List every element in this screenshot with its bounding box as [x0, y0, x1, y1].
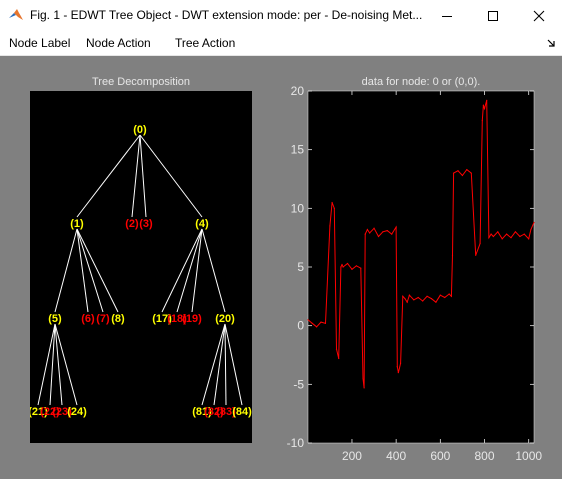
signal-data-point	[451, 254, 454, 256]
signal-data-point	[324, 322, 327, 324]
signal-data-point	[373, 227, 375, 229]
maximize-button[interactable]	[470, 0, 516, 31]
signal-data-point	[479, 242, 481, 245]
signal-data-point	[514, 231, 517, 233]
signal-data-point	[311, 322, 313, 324]
signal-data-point	[482, 104, 485, 106]
signal-data-point	[506, 233, 508, 235]
signal-data-point	[486, 99, 488, 101]
signal-data-point	[341, 264, 343, 266]
signal-data-point	[488, 237, 490, 239]
matlab-icon	[9, 9, 23, 20]
signal-data-point	[470, 172, 472, 174]
menu-tree-action[interactable]: Tree Action	[175, 36, 235, 50]
y-tick-label: 0	[297, 319, 304, 333]
signal-data-point	[366, 228, 369, 231]
x-tick-label: 1000	[515, 449, 542, 463]
signal-axes-background	[307, 90, 535, 444]
signal-data-point	[342, 266, 344, 268]
signal-data-point	[452, 172, 455, 174]
x-tick-label: 800	[474, 449, 494, 463]
signal-data-point	[320, 321, 322, 323]
signal-data-point	[444, 296, 446, 299]
menu-node-action[interactable]: Node Action	[86, 36, 151, 50]
signal-data-point	[362, 377, 364, 380]
signal-axes[interactable]: -10 -5 0 5 10 15 20 200 400 600 800 1000	[0, 56, 562, 479]
signal-data-point	[481, 119, 483, 121]
signal-data-point	[377, 235, 380, 238]
dock-arrow-icon[interactable]	[546, 38, 556, 48]
close-button[interactable]	[516, 0, 562, 31]
signal-data-point	[363, 387, 365, 389]
signal-data-point	[355, 265, 357, 267]
y-tick-label: 20	[291, 84, 305, 98]
signal-data-point	[530, 228, 532, 231]
signal-data-point	[333, 207, 335, 209]
signal-data-point	[396, 366, 398, 368]
y-tick-label: 5	[297, 260, 304, 274]
title-bar: Fig. 1 - EDWT Tree Object - DWT extensio…	[0, 0, 562, 31]
maximize-icon	[488, 10, 498, 21]
signal-data-point	[338, 357, 340, 360]
signal-data-point	[386, 230, 388, 232]
signal-data-point	[497, 231, 499, 233]
signal-data-point	[483, 108, 486, 110]
signal-data-point	[435, 301, 437, 303]
signal-data-point	[528, 238, 530, 240]
signal-data-point	[408, 294, 411, 296]
figure-canvas: Tree Decomposition data for node: 0 or (…	[0, 56, 562, 479]
signal-data-point	[448, 293, 450, 295]
signal-data-point	[426, 295, 428, 297]
signal-data-point	[360, 267, 362, 269]
signal-data-point	[450, 295, 452, 297]
signal-data-point	[329, 225, 331, 227]
signal-data-point	[364, 233, 366, 235]
signal-data-point	[523, 233, 525, 235]
signal-data-point	[533, 221, 535, 224]
signal-data-point	[461, 174, 464, 177]
close-icon	[533, 10, 545, 21]
x-tick-label: 200	[342, 449, 362, 463]
y-tick-label: 15	[291, 143, 305, 157]
y-tick-label: -5	[293, 377, 304, 391]
y-tick-label: -10	[287, 436, 305, 450]
signal-data-point	[457, 170, 459, 172]
signal-data-point	[335, 348, 338, 350]
signal-data-point	[439, 294, 441, 296]
signal-data-point	[369, 232, 371, 234]
signal-data-point	[475, 254, 477, 256]
signal-data-point	[422, 300, 424, 302]
signal-data-point	[397, 372, 399, 374]
signal-data-point	[404, 298, 406, 300]
signal-data-point	[395, 226, 397, 228]
signal-data-point	[406, 301, 408, 303]
signal-data-point	[351, 268, 353, 270]
signal-data-point	[466, 169, 468, 171]
signal-data-point	[413, 299, 415, 301]
minimize-button[interactable]	[424, 0, 470, 31]
signal-data-point	[316, 326, 318, 328]
signal-data-point	[346, 262, 349, 265]
x-tick-label: 600	[430, 449, 450, 463]
signal-data-point	[510, 237, 512, 239]
window-title: Fig. 1 - EDWT Tree Object - DWT extensio…	[30, 8, 423, 22]
signal-data-point	[490, 233, 492, 235]
signal-data-point	[331, 201, 333, 204]
signal-data-point	[391, 233, 393, 235]
minimize-icon	[442, 15, 452, 17]
x-tick-label: 400	[386, 449, 406, 463]
signal-data-point	[307, 319, 309, 321]
signal-data-point	[417, 296, 419, 299]
signal-data-point	[492, 235, 494, 238]
signal-data-point	[501, 238, 503, 240]
signal-data-point	[402, 295, 404, 297]
y-tick-label: 10	[291, 201, 305, 215]
signal-data-point	[399, 362, 402, 364]
menu-bar: Node Label Node Action Tree Action	[0, 31, 562, 56]
menu-node-label[interactable]: Node Label	[9, 36, 70, 50]
signal-data-point	[430, 298, 433, 300]
signal-data-point	[519, 235, 521, 238]
signal-data-point	[382, 231, 384, 233]
signal-data-point	[340, 266, 342, 268]
